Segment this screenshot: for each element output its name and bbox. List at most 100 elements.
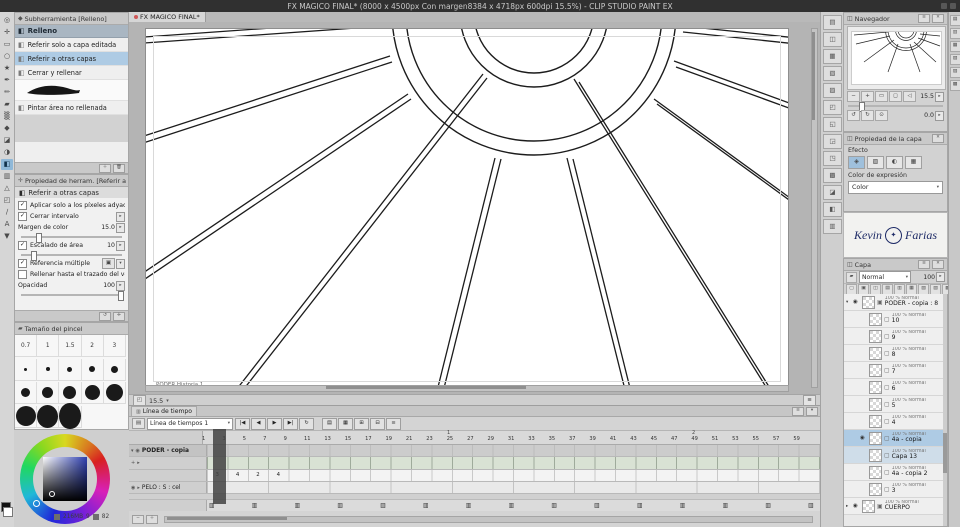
checkbox[interactable]: ✓ [18,201,27,210]
layer-row[interactable]: ▸ ◉ ▣ 100 % Normal CUERPO [844,498,943,515]
cel-number[interactable]: 2 [248,470,268,481]
cel-number[interactable]: 4 [227,470,247,481]
layer-row[interactable]: ▢ 100 % Normal 4a - copia 2 [844,464,943,481]
camera-marker-icon[interactable]: ▥ [549,503,592,509]
panel-menu-icon[interactable]: ≡ [918,14,930,23]
text-tool-icon[interactable]: A [1,219,13,230]
opacity-slider[interactable] [18,290,125,301]
stepper-icon[interactable]: ▸ [935,91,944,102]
brush-size-preset[interactable]: 2 [81,335,104,357]
timeline-zoom-in-icon[interactable]: ＋ [146,514,158,524]
timeline-zoom-out-icon[interactable]: − [132,514,144,524]
pen-tool-icon[interactable]: ✒ [1,75,13,86]
panel-shortcut-icon[interactable]: ▩ [823,168,842,183]
brush-size-preset[interactable] [37,358,60,381]
timeline-settings-icon[interactable]: ▤ [132,418,145,429]
stepper-icon[interactable]: ▸ [116,240,125,251]
panel-shortcut-icon[interactable]: ▧ [823,66,842,81]
color-margin-slider[interactable] [18,232,125,243]
figure-tool-icon[interactable]: △ [1,183,13,194]
edge-panel-icon[interactable]: ▨ [949,67,960,78]
horizontal-scrollbar[interactable] [145,385,789,392]
foreground-background-colors[interactable] [1,502,13,517]
tool-property-header[interactable]: ✛ Propiedad de herram. [Referir a o [15,175,128,187]
brush-size-preset[interactable]: 0.7 [15,335,38,357]
plus-icon[interactable]: + [131,460,135,466]
eye-icon[interactable]: ◉ [136,448,140,454]
loop-button[interactable]: ↻ [299,417,314,430]
chevron-right-icon[interactable]: ▸ [137,460,140,466]
canvas[interactable]: PODER Historia 1 [145,28,789,390]
stepper-icon[interactable]: ▸ [936,272,945,282]
zoom-in-icon[interactable]: + [861,91,874,102]
camera-marker-icon[interactable]: ▥ [635,503,678,509]
airbrush-tool-icon[interactable]: ▒ [1,111,13,122]
lasso-tool-icon[interactable]: ○ [1,51,13,62]
camera-marker-icon[interactable]: ▥ [378,503,421,509]
panel-shortcut-icon[interactable]: ▦ [823,49,842,64]
panel-shortcut-icon[interactable]: ▤ [823,15,842,30]
background-color-swatch[interactable] [3,507,13,517]
timeline-selector[interactable]: Línea de tiempos 1 ▾ [147,417,233,430]
navigator-preview[interactable] [847,26,946,90]
camera-marker-icon[interactable]: ▥ [293,503,336,509]
zoom-out-icon[interactable]: − [847,91,860,102]
layer-property-header[interactable]: ◫ Propiedad de la capa ✕ [844,133,947,145]
brush-size-preset[interactable]: 1 [37,335,60,357]
rotate-right-icon[interactable]: ↻ [861,110,874,121]
timeline-scrollbar[interactable] [164,515,813,523]
navigator-header[interactable]: ◫ Navegador ≡ ✕ [844,13,947,25]
chevron-down-icon[interactable]: ▾ [131,448,134,454]
window-control-icon[interactable] [941,3,947,9]
layer-list-scrollbar[interactable] [943,294,947,526]
fill-tool-icon[interactable]: ◧ [1,159,13,170]
timeline-tab[interactable]: ▥ Línea de tiempo [131,406,198,416]
panel-menu-icon[interactable]: ≡ [918,260,930,269]
checkbox[interactable]: ✓ [18,241,27,250]
move-tool-icon[interactable]: ✛ [1,27,13,38]
camera-marker-icon[interactable]: ▥ [678,503,721,509]
timeline-ruler[interactable]: 1 2 1 3 5 7 9 11 [129,430,820,445]
brush-size-header[interactable]: ▰ Tamaño del pincel [15,323,128,335]
decoration-tool-icon[interactable]: ◆ [1,123,13,134]
subtool-item[interactable]: ◧ Cerrar y rellenar [15,66,128,80]
stepper-icon[interactable]: ▸ [116,280,125,291]
panel-shortcut-icon[interactable]: ▥ [823,219,842,234]
brush-size-preset[interactable]: 3 [103,335,126,357]
track-name-cell[interactable]: + ▸ [129,457,207,469]
layer-row[interactable]: ▢ 100 % Normal 10 [844,311,943,328]
document-tab[interactable]: FX MAGICO FINAL* [129,12,206,22]
panel-close-icon[interactable]: ✕ [932,134,944,143]
timeline-playhead[interactable] [213,429,226,504]
delete-subtool-button[interactable]: 🗑 [113,163,125,173]
eye-icon[interactable]: ◉ [853,299,860,305]
onion-skin-icon[interactable]: ▤ [322,417,337,430]
camera-marker-icon[interactable]: ▥ [763,503,806,509]
play-button[interactable]: ▶ [267,417,282,430]
window-control-icon[interactable] [950,3,956,9]
stepper-icon[interactable]: ▾ [116,258,125,269]
brush-size-preset[interactable] [15,405,38,428]
panel-shortcut-icon[interactable]: ◰ [823,100,842,115]
zoom-tool-icon[interactable]: ◎ [1,15,13,26]
stepper-icon[interactable]: ▸ [935,110,944,121]
fit-to-screen-icon[interactable]: ▭ [875,91,888,102]
brush-size-preset[interactable] [81,382,104,404]
insert-frame-icon[interactable]: ⊞ [354,417,369,430]
reset-rotation-icon[interactable]: ⊙ [875,110,888,121]
expression-effect-icon[interactable]: ▦ [905,156,922,169]
camera-marker-icon[interactable]: ▥ [250,503,293,509]
checkbox[interactable]: ✓ [18,212,27,221]
camera-marker-icon[interactable]: ▥ [421,503,464,509]
pencil-tool-icon[interactable]: ✏ [1,87,13,98]
layer-row[interactable]: ▢ 100 % Normal 3 [844,481,943,498]
camera-marker-icon[interactable]: ▥ [464,503,507,509]
brush-tool-icon[interactable]: ▰ [1,99,13,110]
eyedropper-tool-icon[interactable]: ▼ [1,231,13,242]
subtool-item[interactable]: ◧ Pintar área no rellenada [15,101,128,115]
timeline-collapse-icon[interactable]: ▾ [806,406,818,416]
panel-close-icon[interactable]: ✕ [932,260,944,269]
panel-shortcut-icon[interactable]: ◧ [823,202,842,217]
stepper-icon[interactable]: ▸ [116,222,125,233]
expression-color-select[interactable]: Color ▾ [848,181,943,194]
